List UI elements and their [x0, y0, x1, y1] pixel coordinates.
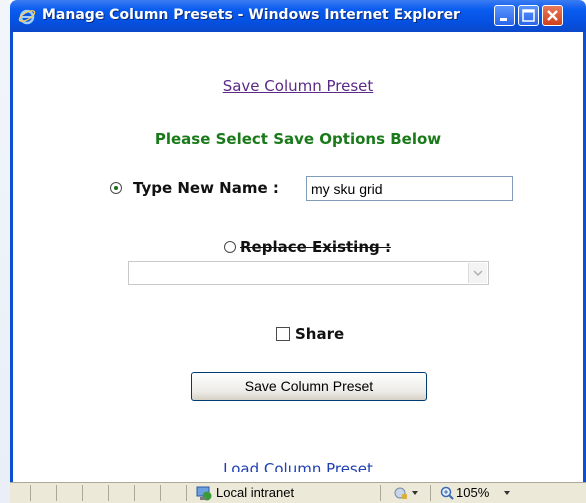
security-zone-label: Local intranet [216, 485, 295, 500]
close-icon [547, 10, 558, 21]
status-separator [82, 485, 83, 501]
security-icon[interactable] [394, 486, 408, 501]
status-bar: Local intranet 105% [10, 482, 586, 503]
chevron-down-icon [473, 270, 483, 277]
type-new-name-label: Type New Name : [133, 179, 279, 197]
status-separator [430, 485, 431, 501]
share-checkbox[interactable] [276, 327, 290, 341]
replace-existing-label: Replace Existing : [240, 238, 391, 256]
load-column-preset-link[interactable]: Load Column Preset [13, 458, 583, 472]
maximize-icon [522, 9, 535, 22]
security-dropdown-arrow[interactable] [412, 491, 418, 495]
new-name-input[interactable] [306, 176, 513, 201]
ie-logo-icon [18, 9, 36, 25]
zoom-dropdown-arrow[interactable] [504, 491, 510, 495]
title-bar[interactable]: Manage Column Presets - Windows Internet… [10, 0, 586, 32]
select-dropdown-button[interactable] [468, 263, 487, 283]
minimize-button[interactable] [494, 5, 515, 26]
zoom-level[interactable]: 105% [456, 485, 489, 500]
save-column-preset-button[interactable]: Save Column Preset [191, 372, 427, 401]
desktop-strip [0, 0, 10, 503]
intranet-globe-icon [196, 486, 212, 501]
status-separator [160, 485, 161, 501]
close-button[interactable] [542, 5, 563, 26]
status-separator [134, 485, 135, 501]
window-title: Manage Column Presets - Windows Internet… [42, 7, 460, 23]
zoom-magnifier-icon[interactable] [440, 486, 454, 501]
page-content: Save Column Preset Please Select Save Op… [10, 32, 586, 482]
save-column-preset-link[interactable]: Save Column Preset [13, 77, 583, 95]
ie-popup-window: Manage Column Presets - Windows Internet… [10, 0, 586, 503]
save-options-heading: Please Select Save Options Below [154, 130, 442, 148]
replace-existing-radio[interactable] [224, 241, 236, 253]
status-separator [186, 485, 187, 501]
share-label: Share [295, 325, 345, 343]
existing-preset-select[interactable] [128, 261, 489, 285]
minimize-icon [500, 18, 507, 21]
status-separator [108, 485, 109, 501]
status-separator [56, 485, 57, 501]
maximize-button[interactable] [518, 5, 539, 26]
status-separator [30, 485, 31, 501]
status-separator [380, 485, 381, 501]
type-new-name-radio[interactable] [110, 182, 122, 194]
